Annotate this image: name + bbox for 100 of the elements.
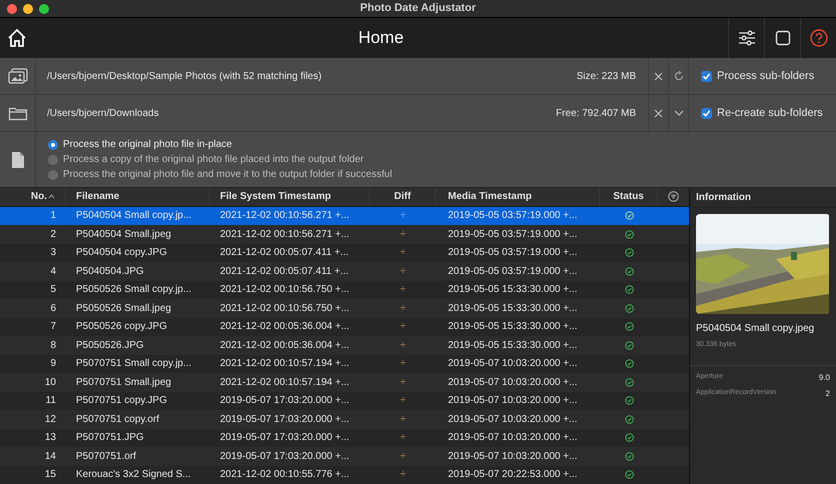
- table-cell-text: 2019-05-07 10:03:20.000 +...: [448, 450, 578, 464]
- check-circle-icon: [624, 230, 634, 239]
- table-row[interactable]: 12 P5070751 copy.orf 2019-05-07 17:03:20.000 +... ÷ 2019-05-07 10:03:20.000 +...: [0, 410, 689, 428]
- diff-indicator: ÷: [400, 264, 406, 279]
- table-cell-text: P5040504 Small.jpeg: [76, 228, 172, 242]
- table-cell-text: P5050526.JPG: [76, 338, 144, 353]
- table-cell-text: 2021-12-02 00:10:57.194 +...: [220, 357, 350, 372]
- check-circle-icon: [624, 248, 634, 258]
- check-circle-icon: [624, 359, 634, 368]
- table-row[interactable]: 14 P5070751.orf 2019-05-07 17:03:20.000 +... ÷ 2019-05-07 10:03:20.000 +...: [0, 447, 689, 466]
- table-cell-text: 8: [50, 338, 56, 353]
- table-cell-text: Kerouac's 3x2 Signed S...: [76, 468, 191, 482]
- table-cell-text: 2021-12-02 00:10:56.271 +...: [220, 209, 350, 224]
- diff-indicator: ÷: [400, 468, 406, 482]
- help-icon: [810, 29, 828, 47]
- table-cell-text: P5070751 copy.JPG: [76, 394, 167, 408]
- table-cell-text: 1: [50, 209, 56, 224]
- diff-indicator: ÷: [400, 320, 406, 334]
- table-cell-text: 2021-12-02 00:10:56.271 +...: [220, 228, 350, 242]
- table-cell-text: 15: [44, 468, 56, 482]
- table-cell-text: 11: [46, 394, 56, 408]
- table-cell-text: P5070751 copy.orf: [76, 412, 160, 427]
- table-row[interactable]: 6 P5050526 Small.jpeg 2021-12-02 00:10:56.750 +... ÷ 2019-05-05 15:33:30.000 +...: [0, 299, 689, 318]
- diff-indicator: ÷: [400, 450, 406, 464]
- checkmark-icon: [702, 72, 711, 80]
- table-cell-text: 2: [50, 228, 56, 242]
- table-cell-text: P5070751.JPG: [76, 431, 144, 446]
- checkbox[interactable]: Re-create sub-folders: [701, 104, 823, 122]
- column-header[interactable]: File System Timestamp: [220, 189, 331, 204]
- document-icon: [10, 150, 24, 168]
- table-row[interactable]: 2 P5040504 Small.jpeg 2021-12-02 00:10:56.271 +... ÷ 2019-05-05 03:57:19.000 +...: [0, 225, 689, 244]
- table-cell-text: P5050526 copy.JPG: [76, 320, 167, 334]
- path-field[interactable]: /Users/bjoern/Downloads: [36, 106, 556, 120]
- table-cell-text: 4: [50, 264, 56, 279]
- table-cell-text: P5050526 Small.jpeg: [76, 302, 172, 316]
- table-row[interactable]: 1 P5040504 Small copy.jp... 2021-12-02 00:10:56.271 +... ÷ 2019-05-05 03:57:19.000 +...: [0, 206, 689, 225]
- table-cell-text: 2019-05-07 17:03:20.000 +...: [220, 394, 350, 408]
- column-header[interactable]: Filename: [76, 189, 120, 204]
- column-header[interactable]: Media Timestamp: [448, 189, 532, 204]
- property-value: 2: [826, 388, 830, 400]
- table-cell-text: 2019-05-05 03:57:19.000 +...: [448, 246, 578, 260]
- table-cell-text: 2021-12-02 00:10:57.194 +...: [220, 376, 350, 390]
- radio-option[interactable]: Process the original photo file and move it to the output folder if successful: [48, 168, 392, 182]
- table-cell-text: 2019-05-05 15:33:30.000 +...: [448, 302, 578, 316]
- table-cell-text: P5040504 Small copy.jp...: [76, 209, 192, 224]
- path-field[interactable]: /Users/bjoern/Desktop/Sample Photos (with 52 matching files): [36, 68, 577, 84]
- table-cell-text: 12: [44, 412, 56, 427]
- table-cell-text: 6: [50, 302, 56, 316]
- table-cell-text: 2021-12-02 00:10:56.750 +...: [220, 283, 350, 298]
- diff-indicator: ÷: [400, 302, 406, 316]
- table-cell-text: 2019-05-07 10:03:20.000 +...: [448, 412, 578, 427]
- close-icon: [654, 72, 663, 80]
- radio-option[interactable]: Process a copy of the original photo file placed into the output folder: [48, 152, 392, 166]
- property-value: 9.0: [818, 372, 830, 384]
- diff-indicator: ÷: [400, 394, 406, 408]
- check-circle-icon: [624, 470, 634, 480]
- table-cell-text: 5: [50, 283, 56, 298]
- diff-indicator: ÷: [400, 338, 406, 353]
- table-cell-text: P5040504.JPG: [76, 264, 144, 279]
- diff-indicator: ÷: [400, 246, 406, 260]
- radio-option[interactable]: Process the original photo file in-place: [48, 138, 392, 152]
- table-cell-text: 9: [50, 357, 56, 372]
- table-cell-text: 2021-12-02 00:05:07.411 +...: [220, 264, 349, 279]
- table-row[interactable]: 8 P5050526.JPG 2021-12-02 00:05:36.004 +... ÷ 2019-05-05 15:33:30.000 +...: [0, 336, 689, 354]
- table-cell-text: 2019-05-07 17:03:20.000 +...: [220, 431, 350, 446]
- check-circle-icon: [624, 211, 634, 220]
- table-cell-text: P5070751.orf: [76, 450, 136, 464]
- column-header[interactable]: No.: [30, 189, 47, 204]
- diff-indicator: ÷: [400, 209, 406, 224]
- table-cell-text: 2019-05-07 10:03:20.000 +...: [448, 376, 578, 390]
- table-cell-text: 2019-05-05 15:33:30.000 +...: [448, 283, 578, 298]
- check-circle-icon: [624, 396, 634, 406]
- table-cell-text: 2021-12-02 00:10:56.750 +...: [220, 302, 350, 316]
- window-title: Photo Date Adjustator: [360, 1, 476, 16]
- filter-button[interactable]: [668, 191, 679, 202]
- check-circle-icon: [624, 266, 634, 276]
- table-cell-text: 2019-05-07 10:03:20.000 +...: [448, 357, 578, 372]
- column-header[interactable]: Status: [613, 189, 644, 204]
- checkbox[interactable]: Process sub-folders: [701, 68, 814, 84]
- page-title: Home: [357, 27, 405, 50]
- square-icon: [774, 30, 790, 46]
- table-cell-text: 2019-05-07 20:22:53.000 +...: [448, 468, 578, 482]
- check-circle-icon: [624, 414, 634, 424]
- table-cell-text: 2019-05-05 15:33:30.000 +...: [448, 320, 578, 334]
- table-cell-text: 7: [50, 320, 56, 334]
- close-icon: [654, 108, 663, 118]
- table-row[interactable]: 4 P5040504.JPG 2021-12-02 00:05:07.411 +... ÷ 2019-05-05 03:57:19.000 +...: [0, 262, 689, 280]
- table-cell-text: 2019-05-05 15:33:30.000 +...: [448, 338, 578, 353]
- check-circle-icon: [624, 378, 634, 387]
- table-cell-text: 2019-05-07 17:03:20.000 +...: [220, 450, 350, 464]
- diff-indicator: ÷: [400, 376, 406, 390]
- column-header[interactable]: Diff: [394, 189, 411, 204]
- table-cell-text: P5070751 Small.jpeg: [76, 376, 172, 390]
- folder-icon: [8, 105, 28, 121]
- table-cell-text: 2019-05-05 03:57:19.000 +...: [448, 209, 578, 224]
- sliders-icon: [738, 30, 756, 46]
- check-circle-icon: [624, 322, 634, 332]
- diff-indicator: ÷: [400, 431, 406, 446]
- table-row[interactable]: 10 P5070751 Small.jpeg 2021-12-02 00:10:57.194 +... ÷ 2019-05-07 10:03:20.000 +...: [0, 373, 689, 392]
- table-cell-text: 13: [44, 431, 56, 446]
